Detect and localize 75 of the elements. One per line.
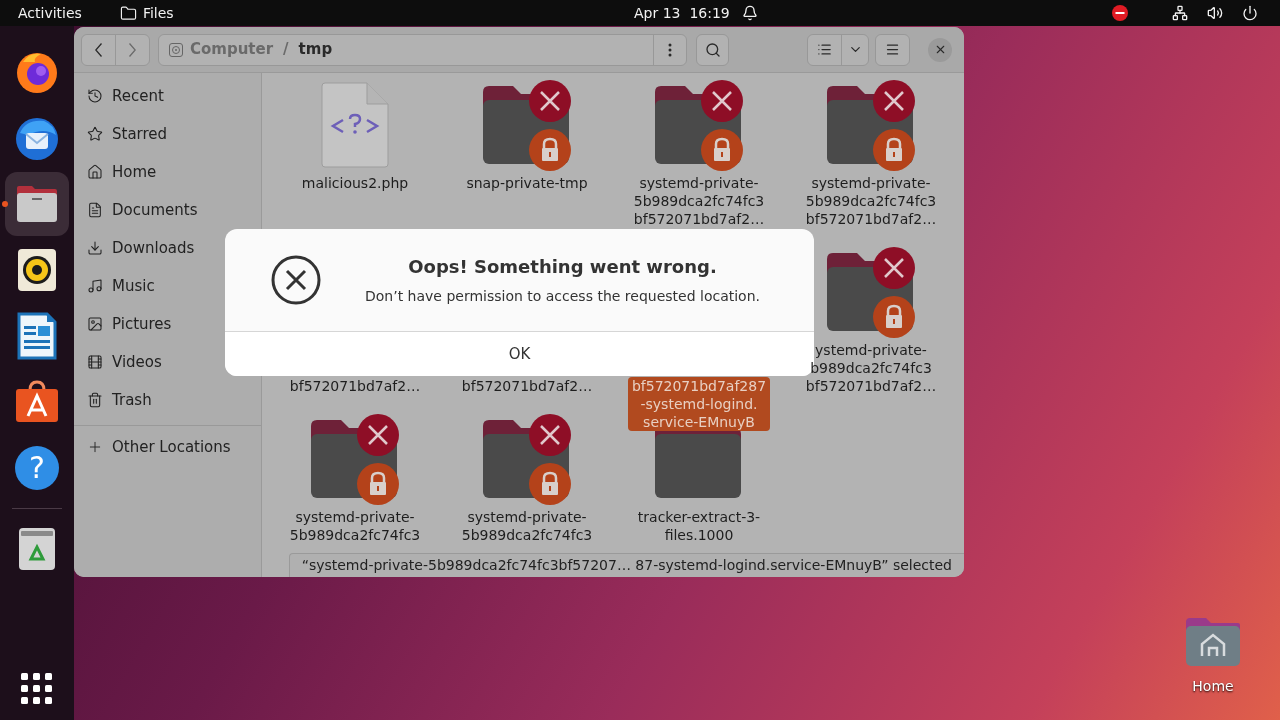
film-icon bbox=[87, 354, 103, 370]
speaker-icon bbox=[1207, 5, 1223, 21]
plus-icon bbox=[87, 439, 103, 455]
home-folder-icon bbox=[1184, 616, 1242, 668]
lock-icon bbox=[529, 463, 571, 505]
home-icon bbox=[87, 164, 103, 180]
music-note-icon bbox=[87, 278, 103, 294]
lock-icon bbox=[357, 463, 399, 505]
help-icon: ? bbox=[15, 446, 59, 490]
no-entry-icon bbox=[1112, 5, 1128, 21]
bell-icon bbox=[741, 5, 758, 21]
menu-icon bbox=[885, 42, 900, 57]
lock-icon bbox=[873, 129, 915, 171]
file-name[interactable]: systemd-private- 5b989dca2fc74fc3 bf572071bd7af2… bbox=[629, 174, 769, 228]
sidebar-item[interactable]: Music bbox=[112, 274, 155, 298]
speaker-icon bbox=[17, 248, 57, 292]
sidebar-item[interactable]: Videos bbox=[112, 350, 162, 374]
sidebar-item[interactable]: Home bbox=[112, 160, 157, 184]
back-icon bbox=[95, 42, 102, 57]
running-indicator bbox=[2, 201, 8, 207]
lock-icon bbox=[701, 129, 743, 171]
dialog-title: Oops! Something went wrong. bbox=[408, 255, 717, 279]
path-separator: / bbox=[283, 39, 289, 61]
file-name[interactable]: malicious2.php bbox=[297, 174, 413, 192]
download-icon bbox=[87, 240, 103, 256]
sidebar-item[interactable]: Documents bbox=[112, 198, 198, 222]
file-name[interactable]: snap-private-tmp bbox=[462, 174, 592, 192]
code-file-icon bbox=[321, 82, 389, 168]
recent-icon bbox=[87, 88, 103, 104]
search-icon bbox=[704, 41, 721, 58]
path-segment[interactable]: tmp bbox=[298, 38, 333, 61]
dialog-message: Don’t have permission to access the requested location. bbox=[364, 287, 760, 306]
drive-icon bbox=[169, 42, 183, 57]
sidebar-item[interactable]: Starred bbox=[112, 122, 168, 146]
document-icon bbox=[87, 202, 103, 218]
bird-mail-icon bbox=[14, 115, 60, 161]
more-icon bbox=[668, 42, 672, 57]
clock[interactable]: Apr 13 16:19 bbox=[634, 2, 730, 24]
file-name[interactable]: bf572071bd7af287 -systemd-logind. service-EMnuyB bbox=[627, 377, 771, 431]
folder-icon bbox=[14, 184, 60, 224]
lock-icon bbox=[529, 129, 571, 171]
folder-icon bbox=[119, 4, 137, 22]
file-name[interactable]: tracker-extract-3- files.1000 bbox=[633, 508, 765, 544]
document-icon bbox=[17, 312, 57, 360]
fox-globe-icon bbox=[15, 50, 59, 94]
power-icon bbox=[1242, 5, 1258, 21]
file-name[interactable]: systemd-private- 5b989dca2fc74fc3 bf572071bd7af2… bbox=[801, 174, 941, 228]
status-bar: “systemd-private-5b989dca2fc74fc3bf57207… 87-systemd-logind.service-EMnuyB” selected bbox=[288, 553, 964, 577]
file-name[interactable]: systemd-private- 5b989dca2fc74fc3 bbox=[285, 508, 425, 544]
list-icon bbox=[817, 42, 832, 57]
recycle-bin-icon bbox=[18, 527, 56, 571]
sidebar-item[interactable]: Pictures bbox=[112, 312, 172, 336]
trash-icon bbox=[87, 392, 103, 408]
file-name[interactable]: bf572071bd7af2… bbox=[285, 377, 425, 395]
dock-item[interactable] bbox=[5, 172, 69, 236]
sidebar-item[interactable]: Other Locations bbox=[112, 435, 231, 459]
star-icon bbox=[87, 126, 103, 142]
file-name[interactable]: systemd-private- 5b989dca2fc74fc3 bbox=[457, 508, 597, 544]
sidebar-item[interactable]: Downloads bbox=[112, 236, 195, 260]
sidebar-item[interactable]: Trash bbox=[112, 388, 152, 412]
search-button[interactable] bbox=[696, 33, 729, 66]
app-menu[interactable]: Files bbox=[142, 2, 174, 24]
network-icon bbox=[1172, 5, 1188, 21]
lock-icon bbox=[873, 296, 915, 338]
desktop-icon-label[interactable]: Home bbox=[1192, 676, 1234, 697]
close-button[interactable] bbox=[928, 37, 952, 62]
forward-icon bbox=[129, 42, 136, 57]
activities-button[interactable]: Activities bbox=[18, 2, 82, 24]
error-icon bbox=[271, 255, 321, 305]
picture-icon bbox=[87, 316, 103, 332]
sidebar-item[interactable]: Recent bbox=[112, 84, 164, 108]
shopping-bag-icon bbox=[14, 380, 60, 424]
file-name[interactable]: bf572071bd7af2… bbox=[457, 377, 597, 395]
menu-button[interactable] bbox=[875, 33, 910, 66]
grid-icon bbox=[21, 673, 53, 705]
